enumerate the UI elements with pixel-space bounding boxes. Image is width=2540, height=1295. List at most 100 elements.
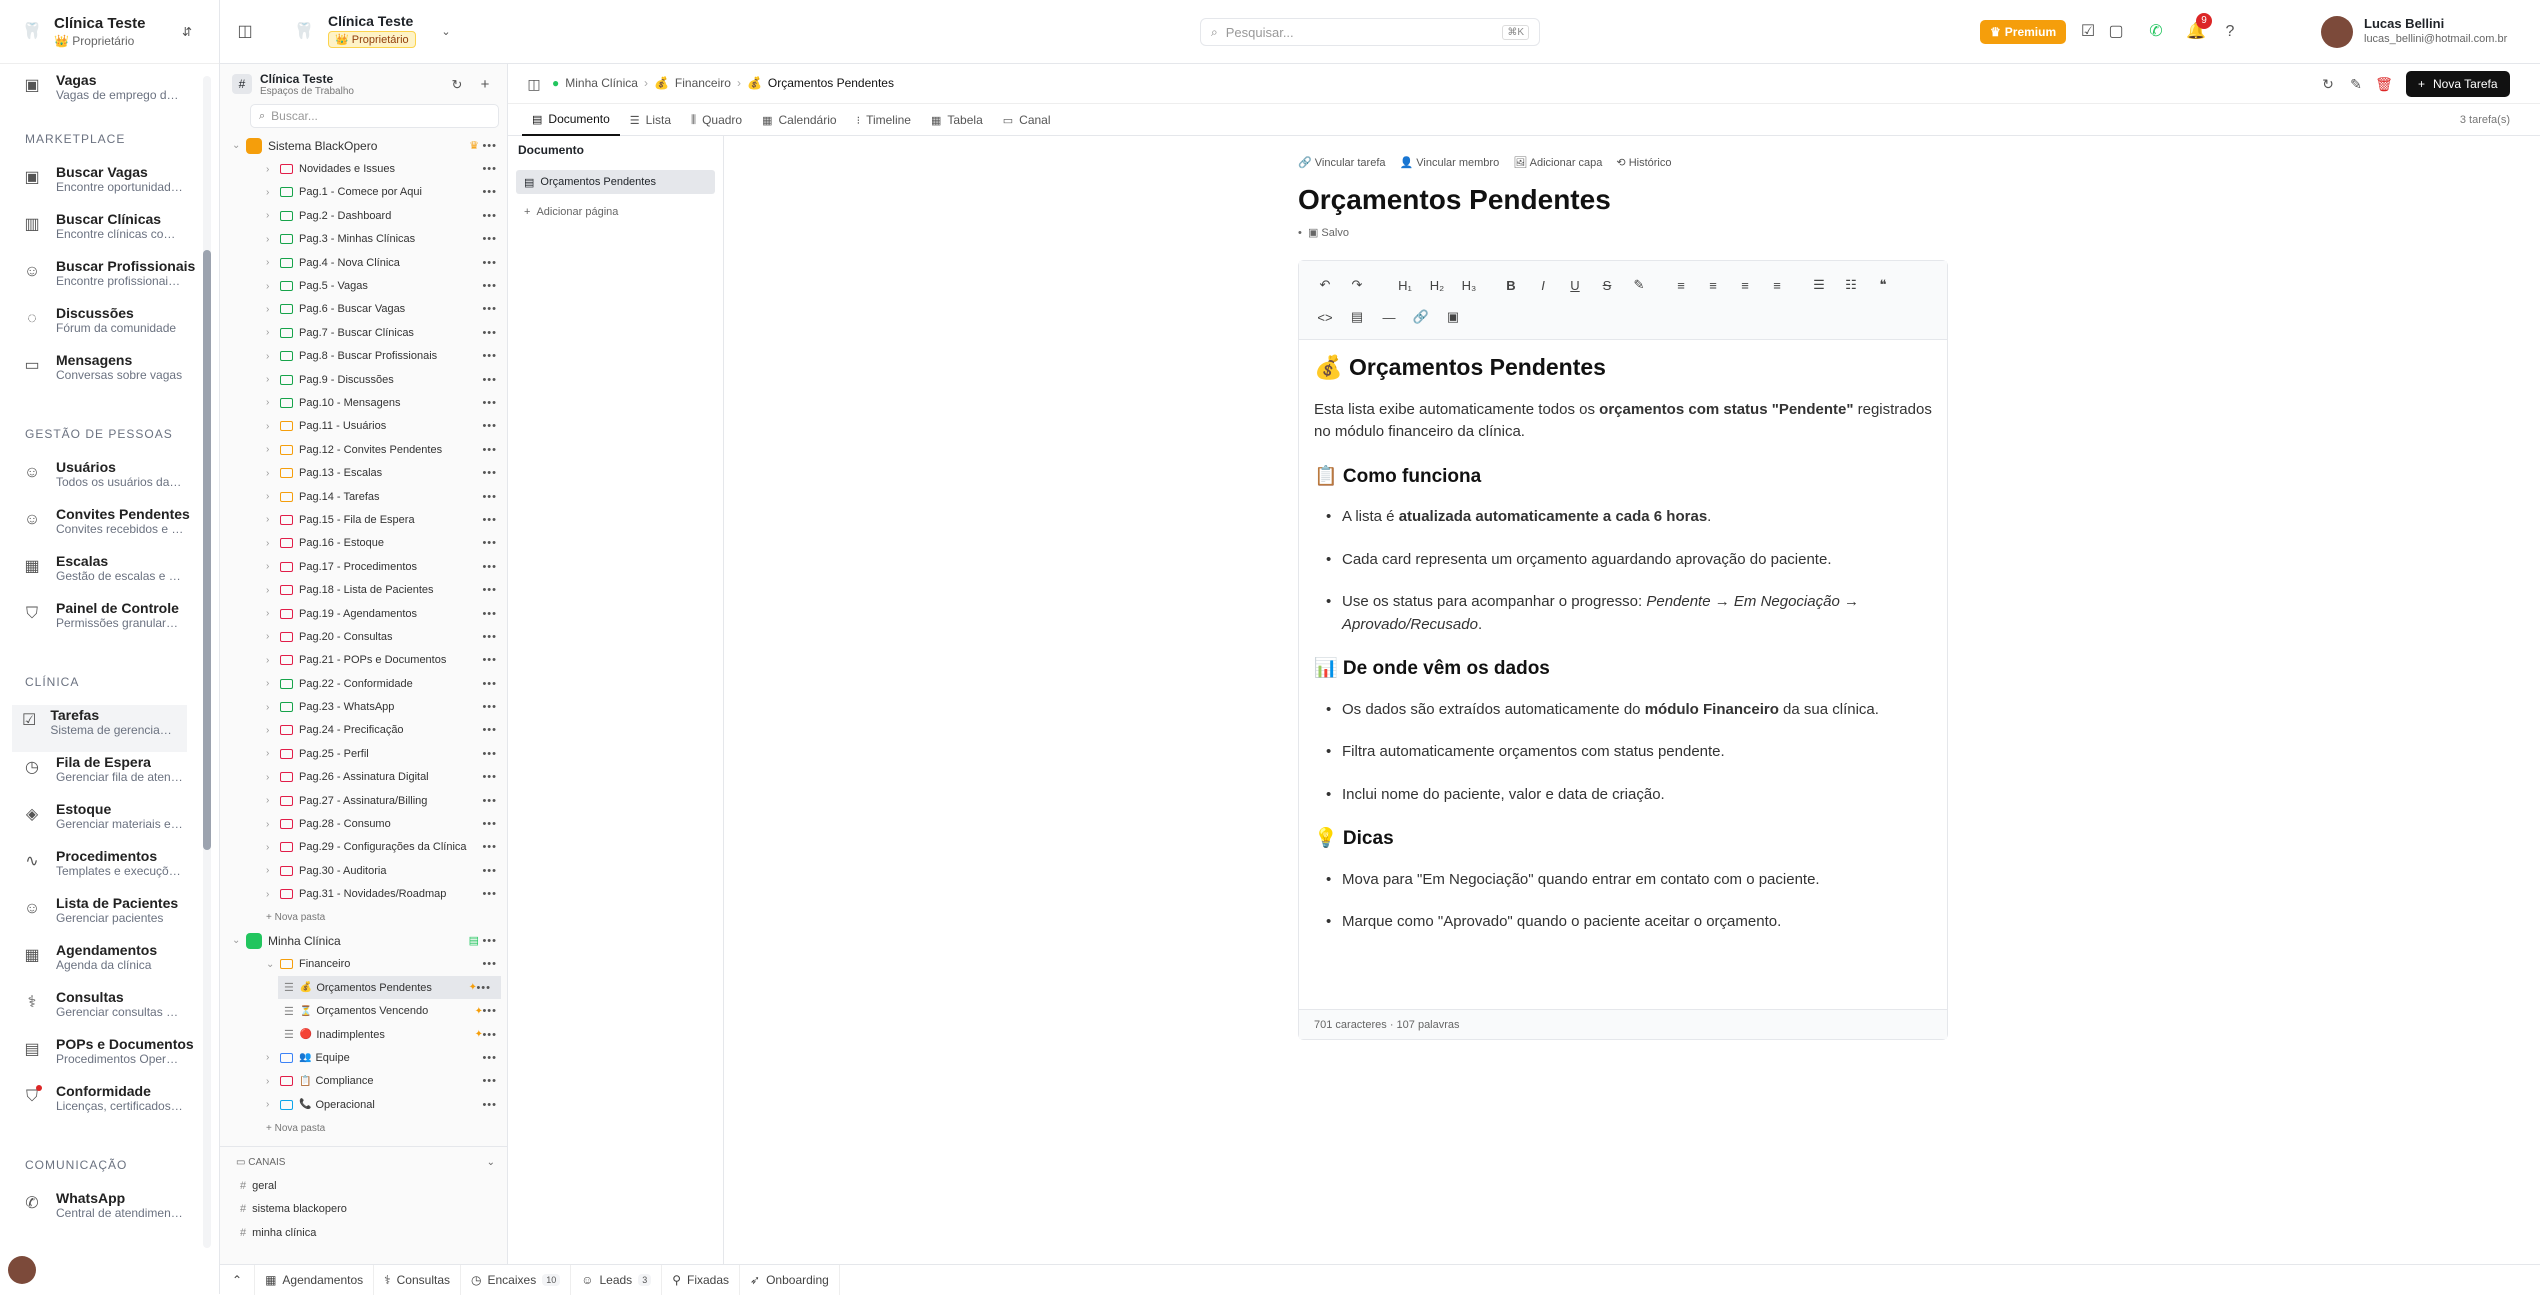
more-icon[interactable]: •••: [482, 584, 497, 596]
edit-icon[interactable]: ✎: [2346, 74, 2366, 94]
crumb-orcamentos[interactable]: Orçamentos Pendentes: [768, 76, 894, 90]
tab-lista[interactable]: ☰ Lista: [620, 104, 681, 136]
clinic-switcher-header[interactable]: Clínica Teste 👑 Proprietário: [328, 13, 416, 48]
space-sistema-blackopero[interactable]: ⌄ Sistema BlackOpero ♛ •••: [220, 134, 507, 157]
sidebar-item-painel-de-controle[interactable]: ⛉ Painel de Controle Permissões granulares…: [0, 598, 219, 645]
tree-folder[interactable]: › Pag.21 - POPs e Documentos •••: [220, 649, 507, 672]
more-icon[interactable]: •••: [482, 1052, 497, 1064]
tree-folder[interactable]: › Pag.4 - Nova Clínica •••: [220, 251, 507, 274]
more-icon[interactable]: •••: [482, 186, 497, 198]
tree-list-item[interactable]: ☰ ⏳ Orçamentos Vencendo ✦ •••: [220, 999, 507, 1022]
tab-documento[interactable]: ▤ Documento: [522, 104, 620, 136]
sidebar-item-pops-e-documentos[interactable]: ▤ POPs e Documentos Procedimentos Operac..…: [0, 1034, 219, 1081]
divider-icon[interactable]: —: [1373, 310, 1405, 325]
sidebar-item-buscar-vagas[interactable]: ▣ Buscar Vagas Encontre oportunidade...: [0, 162, 219, 209]
tree-folder[interactable]: › Pag.16 - Estoque •••: [220, 532, 507, 555]
sidebar-item-mensagens[interactable]: ▭ Mensagens Conversas sobre vagas: [0, 350, 219, 397]
tree-folder[interactable]: › Pag.22 - Conformidade •••: [220, 672, 507, 695]
bullet-list-icon[interactable]: ☰: [1803, 277, 1835, 293]
tree-folder[interactable]: › Pag.19 - Agendamentos •••: [220, 602, 507, 625]
tree-folder[interactable]: › Pag.7 - Buscar Clínicas •••: [220, 321, 507, 344]
sidebar-item-whatsapp[interactable]: ✆ WhatsApp Central de atendiment...: [0, 1188, 219, 1235]
more-icon[interactable]: •••: [482, 935, 497, 947]
tree-folder[interactable]: › Pag.3 - Minhas Clínicas •••: [220, 228, 507, 251]
more-icon[interactable]: •••: [482, 654, 497, 666]
tree-folder[interactable]: › Pag.1 - Comece por Aqui •••: [220, 181, 507, 204]
ordered-list-icon[interactable]: ☷: [1835, 277, 1867, 293]
more-icon[interactable]: •••: [482, 210, 497, 222]
tree-folder[interactable]: › 👥 Equipe •••: [220, 1046, 507, 1069]
tree-folder[interactable]: › Pag.9 - Discussões •••: [220, 368, 507, 391]
tree-folder[interactable]: › Pag.17 - Procedimentos •••: [220, 555, 507, 578]
crumb-financeiro[interactable]: Financeiro: [675, 76, 731, 90]
more-icon[interactable]: •••: [482, 1005, 497, 1017]
user-menu[interactable]: Lucas Bellini lucas_bellini@hotmail.com.…: [2364, 16, 2507, 45]
refresh-icon[interactable]: ↻: [2318, 74, 2338, 94]
more-icon[interactable]: •••: [482, 771, 497, 783]
redo-icon[interactable]: ↷: [1341, 277, 1373, 293]
code-icon[interactable]: <>: [1309, 310, 1341, 325]
more-icon[interactable]: •••: [482, 303, 497, 315]
more-icon[interactable]: •••: [482, 841, 497, 853]
sidebar-item-fila-de-espera[interactable]: ◷ Fila de Espera Gerenciar fila de atend..…: [0, 752, 219, 799]
more-icon[interactable]: •••: [482, 140, 497, 152]
tree-folder[interactable]: › Pag.27 - Assinatura/Billing •••: [220, 789, 507, 812]
tree-folder[interactable]: › Pag.2 - Dashboard •••: [220, 204, 507, 227]
tree-folder[interactable]: › Pag.12 - Convites Pendentes •••: [220, 438, 507, 461]
more-icon[interactable]: •••: [482, 467, 497, 479]
underline-icon[interactable]: U: [1559, 278, 1591, 293]
dock-fixadas[interactable]: ⚲ Fixadas: [662, 1264, 741, 1295]
tree-folder[interactable]: › Pag.15 - Fila de Espera •••: [220, 508, 507, 531]
more-icon[interactable]: •••: [482, 374, 497, 386]
sidebar-toggle-icon[interactable]: ◫: [235, 22, 255, 42]
dock-leads[interactable]: ☺ Leads 3: [571, 1264, 663, 1295]
tree-folder[interactable]: › Pag.20 - Consultas •••: [220, 625, 507, 648]
more-icon[interactable]: •••: [482, 748, 497, 760]
align-center-icon[interactable]: ≡: [1697, 278, 1729, 293]
more-icon[interactable]: •••: [482, 397, 497, 409]
tree-list-item[interactable]: ☰ 💰 Orçamentos Pendentes ✦ •••: [278, 976, 501, 1000]
italic-icon[interactable]: I: [1527, 278, 1559, 293]
tree-folder[interactable]: › Pag.26 - Assinatura Digital •••: [220, 766, 507, 789]
strikethrough-icon[interactable]: S: [1591, 278, 1623, 293]
more-icon[interactable]: •••: [482, 888, 497, 900]
channel-item[interactable]: # minha clínica: [220, 1221, 507, 1244]
tree-folder[interactable]: › Pag.13 - Escalas •••: [220, 461, 507, 484]
checklist-icon[interactable]: ☑: [2078, 22, 2098, 42]
more-icon[interactable]: •••: [482, 608, 497, 620]
sidebar-item-buscar-cl-nicas[interactable]: ▥ Buscar Clínicas Encontre clínicas com ..…: [0, 209, 219, 256]
more-icon[interactable]: •••: [482, 865, 497, 877]
more-icon[interactable]: •••: [482, 537, 497, 549]
image-icon[interactable]: ▣: [1437, 309, 1469, 325]
search-input[interactable]: ⌕ Pesquisar... ⌘K: [1200, 18, 1540, 46]
editor-content[interactable]: 💰 Orçamentos Pendentes Esta lista exibe …: [1299, 356, 1947, 934]
sidebar-item-lista-de-pacientes[interactable]: ☺ Lista de Pacientes Gerenciar pacientes: [0, 893, 219, 940]
tree-folder[interactable]: › Pag.28 - Consumo •••: [220, 812, 507, 835]
more-icon[interactable]: •••: [482, 701, 497, 713]
new-task-button[interactable]: + Nova Tarefa: [2406, 71, 2510, 97]
tree-folder[interactable]: › Pag.23 - WhatsApp •••: [220, 695, 507, 718]
quote-icon[interactable]: ❝: [1867, 277, 1899, 293]
tree-folder[interactable]: › Pag.24 - Precificação •••: [220, 719, 507, 742]
tree-folder[interactable]: › Pag.25 - Perfil •••: [220, 742, 507, 765]
more-icon[interactable]: •••: [482, 631, 497, 643]
tree-folder[interactable]: › 📋 Compliance •••: [220, 1070, 507, 1093]
new-folder-button[interactable]: + Nova pasta: [220, 1116, 507, 1139]
more-icon[interactable]: •••: [482, 514, 497, 526]
panel-toggle-icon[interactable]: ◫: [524, 74, 544, 94]
sidebar-item-convites-pendentes[interactable]: ☺ Convites Pendentes Convites recebidos e …: [0, 504, 219, 551]
whatsapp-icon[interactable]: ✆: [2146, 22, 2166, 42]
more-icon[interactable]: •••: [482, 350, 497, 362]
sidebar-item-escalas[interactable]: ▦ Escalas Gestão de escalas e h...: [0, 551, 219, 598]
more-icon[interactable]: •••: [482, 491, 497, 503]
sidebar-item-consultas[interactable]: ⚕ Consultas Gerenciar consultas m...: [0, 987, 219, 1034]
dock-agendamentos[interactable]: ▦ Agendamentos: [255, 1264, 375, 1295]
help-icon[interactable]: ?: [2220, 22, 2240, 42]
align-left-icon[interactable]: ≡: [1665, 278, 1697, 293]
premium-button[interactable]: ♛ Premium: [1980, 20, 2067, 44]
collapse-dock-icon[interactable]: ⌃: [220, 1264, 256, 1295]
tree-folder[interactable]: › Pag.5 - Vagas •••: [220, 274, 507, 297]
sidebar-item-vagas[interactable]: ▣ Vagas Vagas de emprego da ...: [0, 70, 219, 108]
crumb-minha-clinica[interactable]: Minha Clínica: [565, 76, 638, 90]
more-icon[interactable]: •••: [476, 982, 491, 994]
